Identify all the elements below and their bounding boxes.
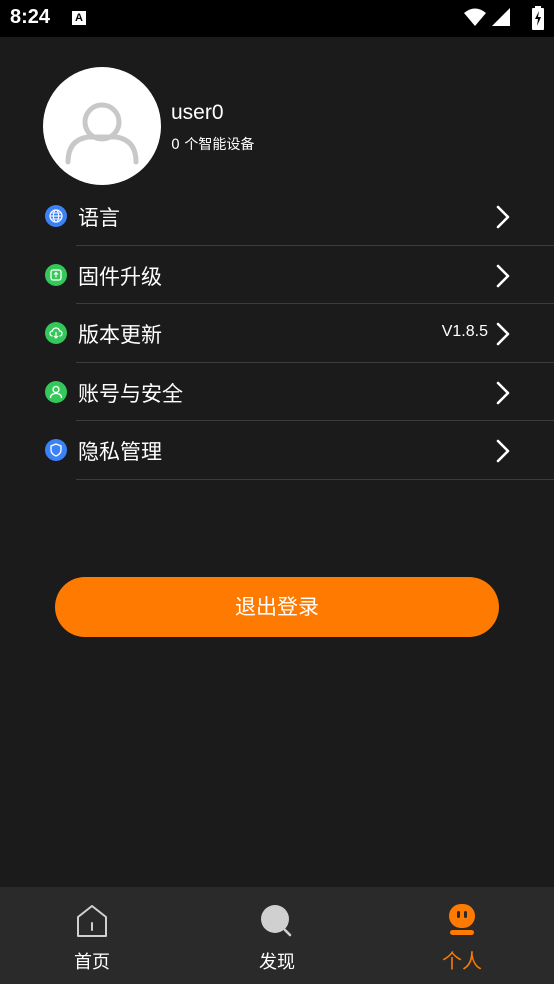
person-icon (45, 380, 67, 403)
discover-icon (261, 905, 292, 937)
globe-icon (45, 205, 67, 227)
menu-item-label: 固件升级 (78, 264, 162, 289)
chip-icon (45, 263, 67, 286)
home-icon (77, 905, 107, 937)
tab-home[interactable]: 首页 (0, 887, 184, 984)
tab-label: 个人 (442, 949, 482, 973)
battery-icon (532, 6, 544, 30)
divider (76, 478, 554, 480)
chevron-right-icon (496, 205, 510, 229)
chevron-right-icon (496, 264, 510, 287)
status-bar: 8:24 A (0, 0, 554, 37)
menu-item-firmware-upgrade[interactable]: 固件升级 (0, 246, 554, 304)
bottom-tab-bar: 首页 发现 个人 (0, 887, 554, 984)
settings-menu: 语言 固件升级 版本更新 V1.8.5 账号与安全 隐私管理 (0, 187, 554, 480)
profile-header: user0 0 个智能设备 (43, 67, 523, 185)
tab-label: 发现 (259, 952, 295, 973)
device-count: 0 个智能设备 (171, 137, 255, 153)
version-value: V1.8.5 (441, 323, 488, 340)
logout-button[interactable]: 退出登录 (55, 577, 499, 637)
signal-icon (492, 8, 510, 26)
tab-profile[interactable]: 个人 (370, 887, 554, 984)
cloud-icon (45, 322, 67, 344)
avatar[interactable] (43, 67, 161, 185)
chevron-right-icon (496, 439, 510, 463)
menu-item-account-security[interactable]: 账号与安全 (0, 363, 554, 421)
status-time: 8:24 (10, 6, 51, 28)
wifi-icon (464, 8, 486, 26)
chevron-right-icon (496, 381, 510, 404)
menu-item-label: 账号与安全 (78, 381, 183, 406)
user-avatar-icon (65, 102, 139, 165)
menu-item-label: 版本更新 (78, 323, 162, 347)
chevron-right-icon (496, 322, 510, 346)
username: user0 (171, 101, 224, 124)
shield-icon (45, 439, 67, 461)
menu-item-language[interactable]: 语言 (0, 187, 554, 246)
profile-icon (449, 904, 475, 935)
notification-icon: A (72, 11, 86, 25)
menu-item-label: 隐私管理 (78, 440, 162, 464)
menu-item-version-update[interactable]: 版本更新 V1.8.5 (0, 304, 554, 363)
tab-label: 首页 (74, 952, 110, 973)
menu-item-privacy[interactable]: 隐私管理 (0, 421, 554, 480)
tab-discover[interactable]: 发现 (185, 887, 369, 984)
menu-item-label: 语言 (78, 206, 120, 230)
